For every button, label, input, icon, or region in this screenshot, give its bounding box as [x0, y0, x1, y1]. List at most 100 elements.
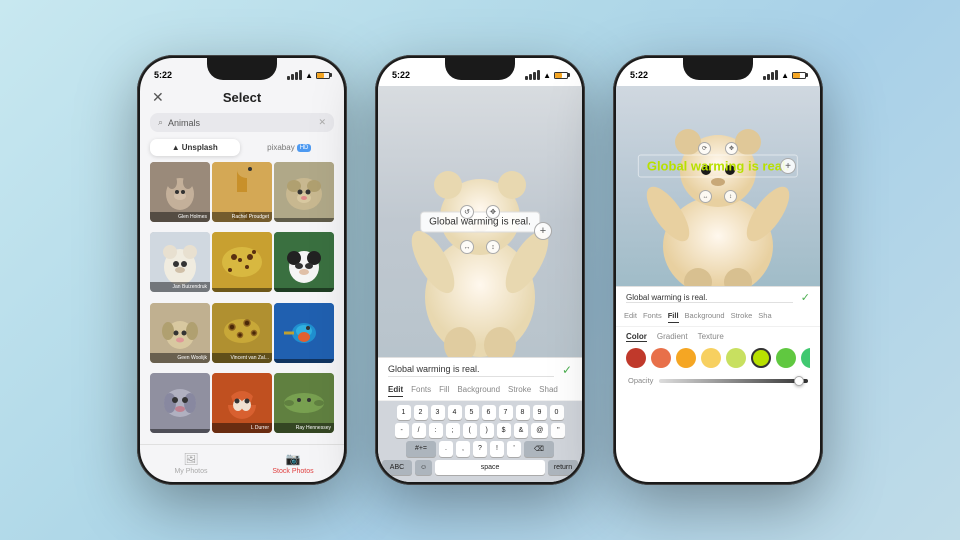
list-item[interactable] — [150, 373, 210, 433]
kb-key-colon[interactable]: : — [429, 423, 443, 438]
p1-search-clear[interactable]: ✕ — [318, 117, 326, 128]
color-swatch-green[interactable] — [776, 348, 796, 368]
kb-key-lparen[interactable]: ( — [463, 423, 477, 438]
signal-bar-4 — [299, 70, 302, 80]
kb-key-apostrophe[interactable]: ' — [507, 441, 521, 457]
p3-tab-stroke[interactable]: Stroke — [731, 311, 753, 323]
p2-keyboard: 1 2 3 4 5 6 7 8 9 0 - / : ; ( ) — [378, 401, 582, 482]
kb-key-comma[interactable]: , — [456, 441, 470, 457]
kb-key-5[interactable]: 5 — [465, 405, 479, 420]
kb-key-dash[interactable]: - — [395, 423, 409, 438]
p3-ctrl-2[interactable]: ✥ — [725, 142, 738, 155]
p2-ctrl-rotate[interactable]: ↺ — [460, 205, 474, 219]
stock-photos-icon: 📷 — [286, 452, 301, 466]
p2-add-button[interactable]: + — [534, 222, 552, 240]
list-item[interactable]: L Durrer — [212, 373, 272, 433]
p3-text-overlay[interactable]: Global warming is real. — [638, 155, 798, 178]
p3-opacity-track[interactable] — [659, 379, 808, 383]
my-photos-icon: 🖼 — [183, 452, 198, 466]
p1-bottom-my-photos[interactable]: 🖼 My Photos — [140, 445, 242, 482]
p1-status-icons: ▲ — [287, 70, 330, 80]
p1-close-button[interactable]: ✕ — [152, 89, 164, 106]
p2-tab-fill[interactable]: Fill — [439, 385, 449, 397]
list-item[interactable]: Vincent van Zal... — [212, 303, 272, 363]
kb-key-exclaim[interactable]: ! — [490, 441, 504, 457]
p2-tab-edit[interactable]: Edit — [388, 385, 403, 397]
color-swatch-emerald[interactable] — [801, 348, 810, 368]
color-swatch-lime[interactable] — [751, 348, 771, 368]
phone-2: 5:22 ▲ — [375, 55, 585, 485]
list-item[interactable] — [274, 303, 334, 363]
kb-key-quote[interactable]: " — [551, 423, 565, 438]
kb-key-6[interactable]: 6 — [482, 405, 496, 420]
p3-color-tab-texture[interactable]: Texture — [698, 332, 724, 342]
kb-key-9[interactable]: 9 — [533, 405, 547, 420]
p3-tab-shadow[interactable]: Sha — [758, 311, 771, 323]
p2-tab-fonts[interactable]: Fonts — [411, 385, 431, 397]
kb-key-7[interactable]: 7 — [499, 405, 513, 420]
kb-key-period[interactable]: . — [439, 441, 453, 457]
color-swatch-red[interactable] — [626, 348, 646, 368]
p3-confirm-button[interactable]: ✓ — [801, 291, 810, 304]
p3-tab-edit[interactable]: Edit — [624, 311, 637, 323]
list-item[interactable]: Geen Woolijk — [150, 303, 210, 363]
kb-key-8[interactable]: 8 — [516, 405, 530, 420]
list-item[interactable]: Ray Hennessey — [274, 373, 334, 433]
p1-tab-pixabay[interactable]: pixabay HD — [245, 139, 335, 156]
list-item[interactable]: Glen Holmes — [150, 162, 210, 222]
p2-tab-stroke[interactable]: Stroke — [508, 385, 531, 397]
p3-color-tab-color[interactable]: Color — [626, 332, 647, 342]
kb-key-at[interactable]: @ — [531, 423, 548, 438]
kb-key-space[interactable]: space — [435, 460, 545, 475]
p3-ctrl-4[interactable]: ↕ — [724, 190, 737, 203]
kb-key-semicolon[interactable]: ; — [446, 423, 460, 438]
kb-key-question[interactable]: ? — [473, 441, 487, 457]
p2-text-input[interactable]: Global warming is real. — [388, 364, 554, 377]
kb-key-amp[interactable]: & — [514, 423, 529, 438]
p3-color-tab-gradient[interactable]: Gradient — [657, 332, 688, 342]
p3-add-button[interactable]: + — [780, 158, 796, 174]
kb-key-2[interactable]: 2 — [414, 405, 428, 420]
color-swatch-yellow-green[interactable] — [726, 348, 746, 368]
color-swatch-yellow[interactable] — [701, 348, 721, 368]
list-item[interactable] — [274, 162, 334, 222]
list-item[interactable] — [212, 232, 272, 292]
photo-label — [274, 359, 334, 363]
p3-opacity-thumb[interactable] — [794, 376, 804, 386]
p2-confirm-button[interactable]: ✓ — [562, 363, 572, 377]
p3-edit-tabs: Edit Fonts Fill Background Stroke Sha — [616, 308, 820, 327]
p1-source-tabs: ▲ Unsplash pixabay HD — [150, 139, 334, 156]
kb-key-emoji[interactable]: ☺ — [415, 460, 432, 475]
kb-key-rparen[interactable]: ) — [480, 423, 494, 438]
p3-tab-fill[interactable]: Fill — [668, 311, 679, 323]
kb-key-slash[interactable]: / — [412, 423, 426, 438]
kb-key-dollar[interactable]: $ — [497, 423, 511, 438]
p3-status-icons: ▲ — [763, 70, 806, 80]
p3-tab-background[interactable]: Background — [685, 311, 725, 323]
p1-bottom-stock-photos[interactable]: 📷 Stock Photos — [242, 445, 344, 482]
kb-key-1[interactable]: 1 — [397, 405, 411, 420]
kb-key-abc[interactable]: ABC — [382, 460, 412, 475]
p1-tab-unsplash[interactable]: ▲ Unsplash — [150, 139, 240, 156]
kb-key-0[interactable]: 0 — [550, 405, 564, 420]
color-swatch-orange-red[interactable] — [651, 348, 671, 368]
p2-tab-background[interactable]: Background — [457, 385, 500, 397]
kb-key-hashplus[interactable]: #+= — [406, 441, 436, 457]
p3-text-input[interactable]: Global warming is real. — [626, 293, 793, 303]
p2-tab-shadow[interactable]: Shad — [539, 385, 558, 397]
kb-key-return[interactable]: return — [548, 460, 578, 475]
kb-key-3[interactable]: 3 — [431, 405, 445, 420]
p3-ctrl-3[interactable]: ↔ — [699, 190, 712, 203]
list-item[interactable] — [274, 232, 334, 292]
list-item[interactable]: Jan Buizendruk — [150, 232, 210, 292]
p3-ctrl-1[interactable]: ⟳ — [698, 142, 711, 155]
p2-ctrl-move[interactable]: ✥ — [486, 205, 500, 219]
p2-ctrl-below-2[interactable]: ↕ — [486, 240, 500, 254]
kb-key-4[interactable]: 4 — [448, 405, 462, 420]
kb-key-delete[interactable]: ⌫ — [524, 441, 554, 457]
color-swatch-orange[interactable] — [676, 348, 696, 368]
p2-ctrl-below-1[interactable]: ↔ — [460, 240, 474, 254]
list-item[interactable]: Rachel Proudget — [212, 162, 272, 222]
p3-tab-fonts[interactable]: Fonts — [643, 311, 662, 323]
p1-search-bar[interactable]: ⌕ Animals ✕ — [150, 113, 334, 132]
